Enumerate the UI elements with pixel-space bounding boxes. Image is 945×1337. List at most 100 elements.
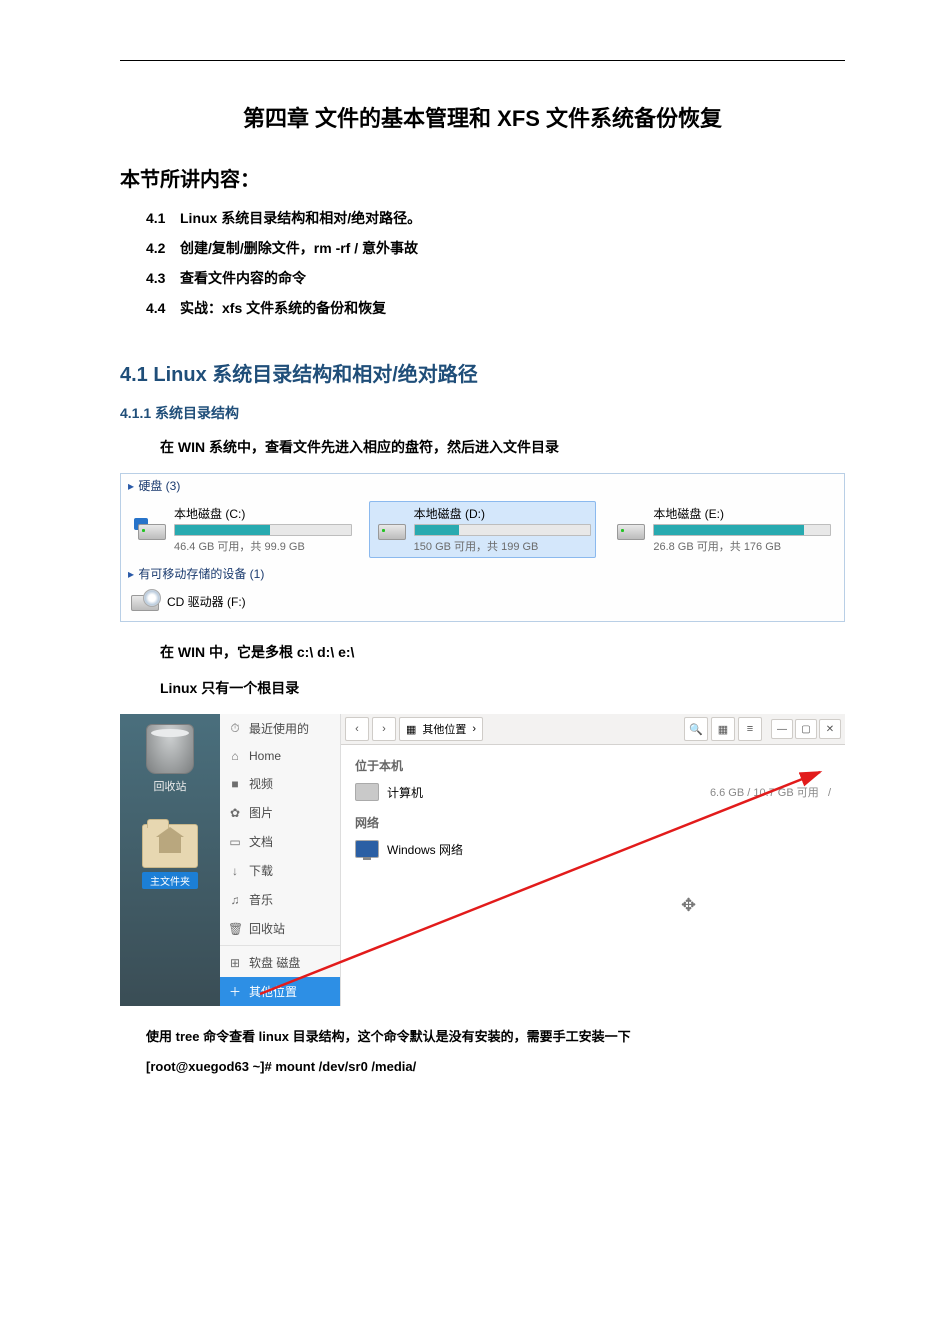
para-singleroot: Linux 只有一个根目录: [160, 678, 845, 698]
cd-drive[interactable]: CD 驱动器 (F:): [121, 585, 844, 621]
minimize-button[interactable]: —: [771, 719, 793, 739]
drive-label: 本地磁盘 (E:): [653, 505, 831, 522]
close-button[interactable]: ✕: [819, 719, 841, 739]
group-label: 硬盘 (3): [138, 479, 180, 493]
trash-icon: 🗑: [228, 922, 242, 936]
cd-icon: [131, 589, 161, 613]
plus-icon: ＋: [228, 983, 242, 1000]
sidebar-item-label: 图片: [249, 804, 273, 821]
drive-icon: [613, 516, 647, 544]
drive-d[interactable]: 本地磁盘 (D:) 150 GB 可用，共 199 GB: [369, 501, 597, 558]
toc-item: 4.3查看文件内容的命令: [146, 268, 845, 288]
file-manager: ⏱ 最近使用的 ⌂ Home ■ 视频 ✿ 图片 ▭ 文档 ↓ 下载 ♫ 音乐 🗑 回收站 ⊞ 软…: [220, 714, 845, 1006]
row-label: Windows 网络: [387, 841, 831, 858]
drive-icon: [374, 516, 408, 544]
monitor-icon: [355, 840, 379, 858]
usage-bar: [653, 524, 831, 536]
sidebar-item-label: Home: [249, 749, 281, 763]
sidebar-item-label: 最近使用的: [249, 720, 309, 737]
sidebar-item-floppy[interactable]: ⊞ 软盘 磁盘: [220, 945, 340, 977]
back-button[interactable]: ‹: [345, 717, 369, 741]
desktop-icons: 回收站 主文件夹: [120, 714, 220, 1006]
move-cursor-icon: ✥: [681, 895, 696, 916]
sidebar-item-downloads[interactable]: ↓ 下载: [220, 856, 340, 885]
chapter-title: 第四章 文件的基本管理和 XFS 文件系统备份恢复: [120, 101, 845, 133]
drive-icon: [355, 783, 379, 801]
sidebar-item-other[interactable]: ＋ 其他位置: [220, 977, 340, 1006]
content-header-local: 位于本机: [355, 757, 831, 774]
sidebar-item-videos[interactable]: ■ 视频: [220, 769, 340, 798]
sidebar-item-label: 其他位置: [249, 983, 297, 1000]
trash-label: 回收站: [146, 778, 194, 794]
row-meta: 6.6 GB / 10.7 GB 可用 /: [710, 784, 831, 800]
drive-label: 本地磁盘 (D:): [414, 505, 592, 522]
heading-4-1-1: 4.1.1 系统目录结构: [120, 403, 845, 423]
chevron-right-icon: ›: [472, 723, 476, 735]
trash-desktop[interactable]: 回收站: [146, 724, 194, 794]
usage-bar: [174, 524, 352, 536]
download-icon: ↓: [228, 864, 242, 878]
drive-e[interactable]: 本地磁盘 (E:) 26.8 GB 可用，共 176 GB: [608, 501, 836, 558]
picture-icon: ✿: [228, 806, 242, 820]
sidebar-item-label: 下载: [249, 862, 273, 879]
drive-label: 本地磁盘 (C:): [174, 505, 352, 522]
menu-button[interactable]: ≡: [738, 717, 762, 741]
row-label: 计算机: [387, 784, 702, 801]
toc-list: 4.1Linux 系统目录结构和相对/绝对路径。 4.2创建/复制/删除文件，r…: [146, 208, 845, 318]
home-label: 主文件夹: [142, 872, 198, 889]
sidebar-item-recent[interactable]: ⏱ 最近使用的: [220, 714, 340, 743]
sidebar-item-documents[interactable]: ▭ 文档: [220, 827, 340, 856]
sidebar-item-pictures[interactable]: ✿ 图片: [220, 798, 340, 827]
home-folder-desktop[interactable]: 主文件夹: [142, 824, 198, 889]
usage-bar: [414, 524, 592, 536]
home-icon: ⌂: [228, 749, 242, 763]
drive-stats: 150 GB 可用，共 199 GB: [414, 538, 592, 554]
sidebar-item-label: 视频: [249, 775, 273, 792]
maximize-button[interactable]: ▢: [795, 719, 817, 739]
toc-item: 4.4实战：xfs 文件系统的备份和恢复: [146, 298, 845, 318]
floppy-icon: ⊞: [228, 956, 242, 970]
linux-filemanager-panel: 回收站 主文件夹 ⏱ 最近使用的 ⌂ Home ■ 视频 ✿ 图片 ▭ 文档 ↓ 下载 ♫ 音…: [120, 714, 845, 1006]
disclosure-icon: ▸: [127, 567, 135, 581]
para-win-intro: 在 WIN 系统中，查看文件先进入相应的盘符，然后进入文件目录: [160, 437, 845, 457]
sidebar-item-label: 软盘 磁盘: [249, 954, 300, 971]
clock-icon: ⏱: [228, 721, 242, 736]
content-header-network: 网络: [355, 814, 831, 831]
drive-c[interactable]: 本地磁盘 (C:) 46.4 GB 可用，共 99.9 GB: [129, 501, 357, 558]
breadcrumb[interactable]: ▦ 其他位置 ›: [399, 717, 483, 741]
sidebar-item-music[interactable]: ♫ 音乐: [220, 885, 340, 914]
group-header-disks[interactable]: ▸ 硬盘 (3): [121, 474, 844, 497]
section-heading: 本节所讲内容：: [120, 163, 845, 192]
sidebar-item-home[interactable]: ⌂ Home: [220, 743, 340, 769]
windows-drives-panel: ▸ 硬盘 (3) 本地磁盘 (C:) 46.4 GB 可用，共 99.9 GB …: [120, 473, 845, 622]
toc-item: 4.1Linux 系统目录结构和相对/绝对路径。: [146, 208, 845, 228]
music-icon: ♫: [228, 893, 242, 907]
trash-icon: [146, 724, 194, 774]
drive-stats: 46.4 GB 可用，共 99.9 GB: [174, 538, 352, 554]
content-area: 位于本机 计算机 6.6 GB / 10.7 GB 可用 / 网络 Window…: [341, 745, 845, 1006]
sidebar: ⏱ 最近使用的 ⌂ Home ■ 视频 ✿ 图片 ▭ 文档 ↓ 下载 ♫ 音乐 🗑 回收站 ⊞ 软…: [220, 714, 341, 1006]
group-header-removable[interactable]: ▸ 有可移动存储的设备 (1): [121, 562, 844, 585]
group-label: 有可移动存储的设备 (1): [138, 567, 264, 581]
drive-stats: 26.8 GB 可用，共 176 GB: [653, 538, 831, 554]
para-tree: 使用 tree 命令查看 linux 目录结构，这个命令默认是没有安装的，需要手…: [146, 1026, 845, 1045]
sidebar-item-label: 音乐: [249, 891, 273, 908]
row-computer[interactable]: 计算机 6.6 GB / 10.7 GB 可用 /: [355, 780, 831, 804]
view-grid-button[interactable]: ▦: [711, 717, 735, 741]
sidebar-item-label: 回收站: [249, 920, 285, 937]
grid-icon: ▦: [406, 723, 416, 736]
sidebar-item-label: 文档: [249, 833, 273, 850]
toc-item: 4.2创建/复制/删除文件，rm -rf / 意外事故: [146, 238, 845, 258]
document-icon: ▭: [228, 835, 242, 849]
disclosure-icon: ▸: [127, 479, 135, 493]
folder-icon: [142, 824, 198, 868]
drive-icon: [134, 516, 168, 544]
forward-button[interactable]: ›: [372, 717, 396, 741]
cd-label: CD 驱动器 (F:): [167, 593, 246, 610]
row-windows-network[interactable]: Windows 网络: [355, 837, 831, 861]
sidebar-item-trash[interactable]: 🗑 回收站: [220, 914, 340, 943]
search-button[interactable]: 🔍: [684, 717, 708, 741]
heading-4-1: 4.1 Linux 系统目录结构和相对/绝对路径: [120, 358, 845, 387]
video-icon: ■: [228, 777, 242, 791]
toolbar: ‹ › ▦ 其他位置 › 🔍 ▦ ≡ — ▢: [341, 714, 845, 745]
